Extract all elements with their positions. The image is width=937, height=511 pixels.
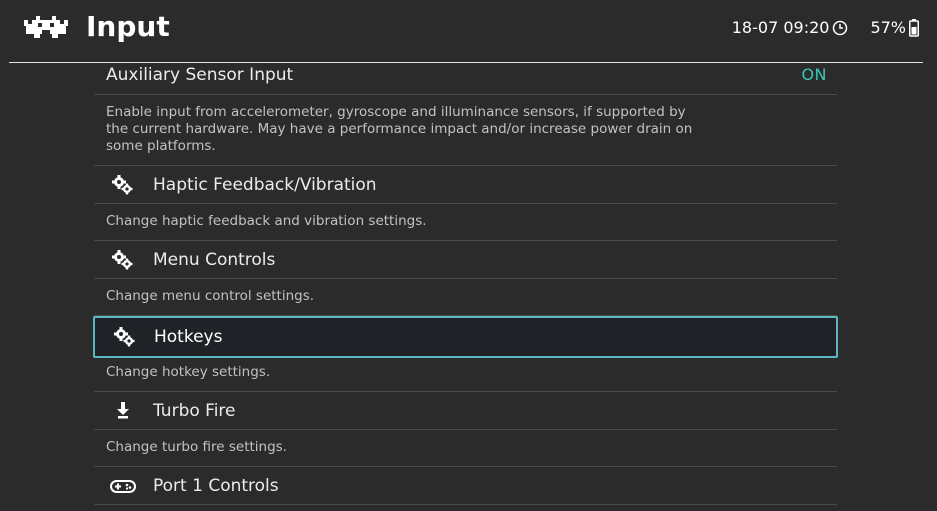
item-description: Change menu control settings. — [94, 279, 837, 316]
settings-gears-icon — [112, 250, 133, 270]
clock-icon — [833, 20, 848, 36]
item-description: Change hotkey settings. — [94, 355, 837, 392]
list-item-port-1-controls[interactable]: Port 1 Controls — [94, 467, 837, 505]
item-label: Menu Controls — [153, 250, 276, 270]
list-item-menu-controls[interactable]: Menu Controls — [94, 241, 837, 279]
item-label: Haptic Feedback/Vibration — [153, 175, 377, 195]
item-label: Hotkeys — [154, 327, 223, 347]
toggle-value[interactable]: ON — [801, 63, 827, 87]
item-label: Auxiliary Sensor Input — [106, 65, 294, 85]
gamepad-icon — [110, 480, 136, 493]
item-label: Port 1 Controls — [153, 476, 279, 496]
settings-list: Auxiliary Sensor Input ON Enable input f… — [94, 63, 837, 505]
settings-gears-icon — [114, 327, 135, 347]
retroarch-logo-icon — [24, 16, 68, 38]
item-description: Change haptic feedback and vibration set… — [94, 204, 837, 241]
list-item-haptic-feedback[interactable]: Haptic Feedback/Vibration — [94, 166, 837, 204]
status-area: 18-07 09:20 57% — [732, 17, 919, 39]
battery-percent: 57% — [870, 18, 906, 37]
header-bar: Input 18-07 09:20 57% — [0, 0, 937, 62]
turbo-fire-icon — [117, 402, 129, 419]
battery-icon — [909, 19, 919, 37]
item-description: Change turbo fire settings. — [94, 430, 837, 467]
list-item-auxiliary-sensor-input[interactable]: Auxiliary Sensor Input ON — [94, 63, 837, 95]
datetime-label: 18-07 09:20 — [731, 18, 830, 37]
settings-gears-icon — [112, 175, 133, 195]
list-item-hotkeys[interactable]: Hotkeys — [93, 316, 838, 358]
item-label: Turbo Fire — [153, 401, 236, 421]
list-item-turbo-fire[interactable]: Turbo Fire — [94, 392, 837, 430]
item-description: Enable input from accelerometer, gyrosco… — [94, 95, 837, 166]
page-title: Input — [86, 10, 170, 43]
